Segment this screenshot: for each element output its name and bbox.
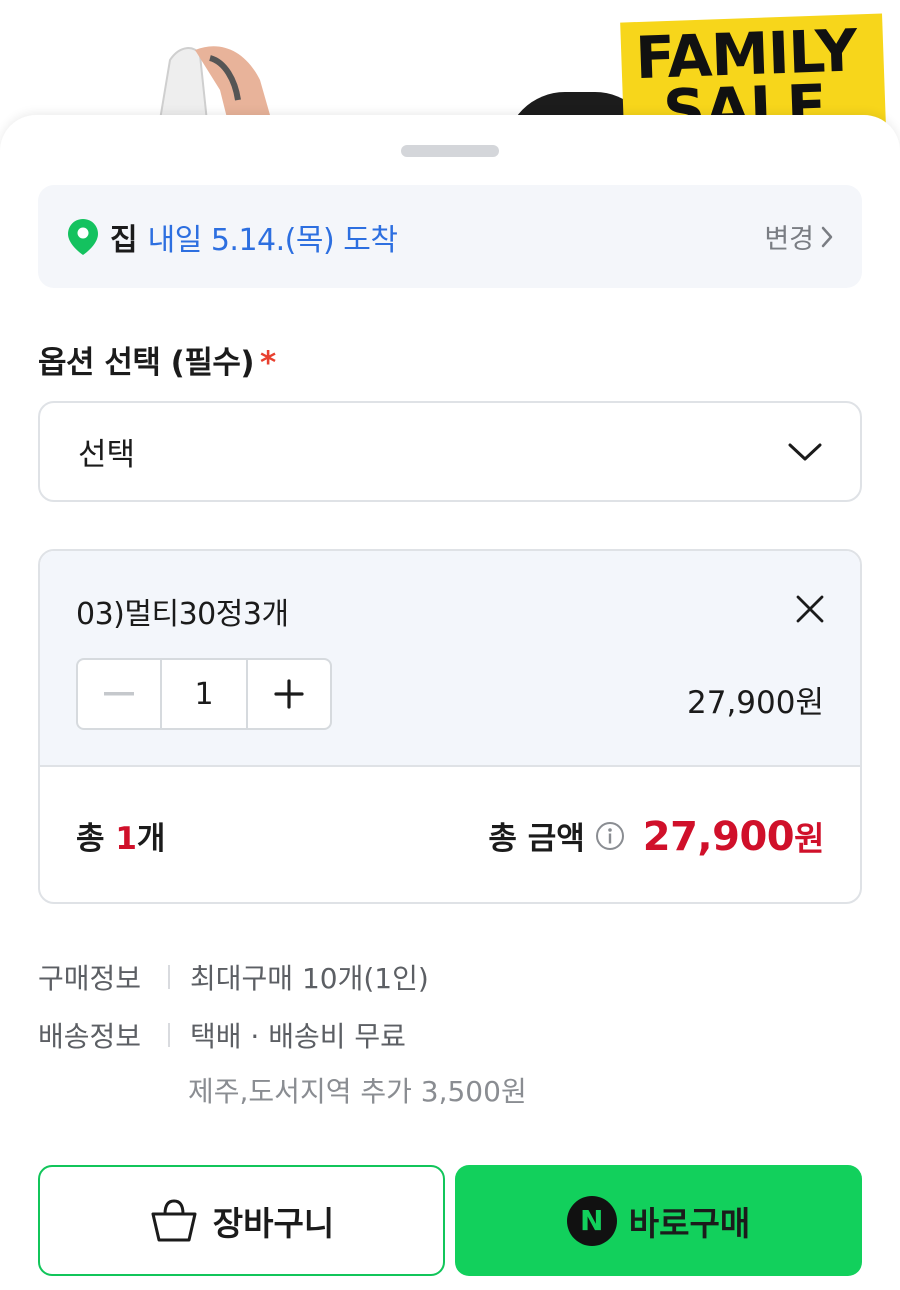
option-select-value: 선택 [78,437,136,473]
delivery-arrival-date: 내일 5.14.(목) 도착 [147,222,398,258]
purchase-info-row: 구매정보 최대구매 10개(1인) [38,957,862,997]
delivery-change-button[interactable]: 변경 [764,217,834,256]
selected-item-name: 03)멀티30정3개 [76,597,289,632]
quantity-decrease-button[interactable] [78,660,162,728]
selected-item: 03)멀티30정3개 1 27,900원 [40,551,860,767]
location-pin-icon [68,218,98,255]
info-icon[interactable] [595,821,625,851]
naver-pay-n-icon: N [566,1195,617,1246]
quantity-value[interactable]: 1 [162,660,246,728]
selected-item-price: 27,900원 [687,685,824,721]
close-icon[interactable] [792,591,828,627]
shipping-info-value: 택배 · 배송비 무료 [190,1020,406,1053]
chevron-down-icon [788,443,822,460]
total-amount-label: 총 금액 [488,821,585,857]
quantity-stepper: 1 [76,658,332,730]
quantity-increase-button[interactable] [246,660,330,728]
shopping-bag-icon [151,1198,197,1241]
plus-icon [274,679,304,709]
purchase-bottom-sheet: 집 내일 5.14.(목) 도착 변경 옵션 선택 (필수) * 선택 03)멀티… [0,115,900,1290]
option-title-text: 옵션 선택 (필수) [38,345,255,381]
selected-option-box: 03)멀티30정3개 1 27,900원 총 1개 총 금액 27,900원 [38,549,862,904]
shipping-info-row: 배송정보 택배 · 배송비 무료 [38,1015,862,1055]
total-count-number: 1 [115,821,137,857]
delivery-info-bar: 집 내일 5.14.(목) 도착 변경 [38,185,862,288]
total-amount-value: 27,900원 [642,812,825,860]
delivery-change-label: 변경 [764,224,814,255]
purchase-info-key: 구매정보 [38,962,142,995]
total-count: 총 1개 [76,813,165,858]
minus-icon [104,692,134,696]
add-to-cart-button[interactable]: 장바구니 [38,1165,445,1276]
info-divider [168,965,170,989]
option-select-dropdown[interactable]: 선택 [38,401,862,502]
total-count-suffix: 개 [136,821,166,857]
add-to-cart-label: 장바구니 [212,1203,335,1243]
total-count-prefix: 총 [76,821,116,857]
shipping-info-key: 배송정보 [38,1020,142,1053]
sheet-grabber-handle[interactable] [401,145,499,157]
buy-now-label: 바로구매 [628,1203,751,1243]
total-amount-unit: 원 [794,818,824,858]
option-section-title: 옵션 선택 (필수) * [38,337,276,382]
total-amount-group: 총 금액 27,900원 [488,812,824,860]
delivery-place: 집 [110,222,138,258]
chevron-right-icon [821,226,833,247]
buy-now-button[interactable]: N 바로구매 [455,1165,862,1276]
total-summary-row: 총 1개 총 금액 27,900원 [40,769,860,902]
required-mark: * [260,345,276,381]
total-amount-number: 27,900 [642,813,795,860]
info-divider [168,1023,170,1047]
shipping-extra-fee: 제주,도서지역 추가 3,500원 [188,1075,527,1108]
purchase-info-value: 최대구매 10개(1인) [190,962,429,995]
